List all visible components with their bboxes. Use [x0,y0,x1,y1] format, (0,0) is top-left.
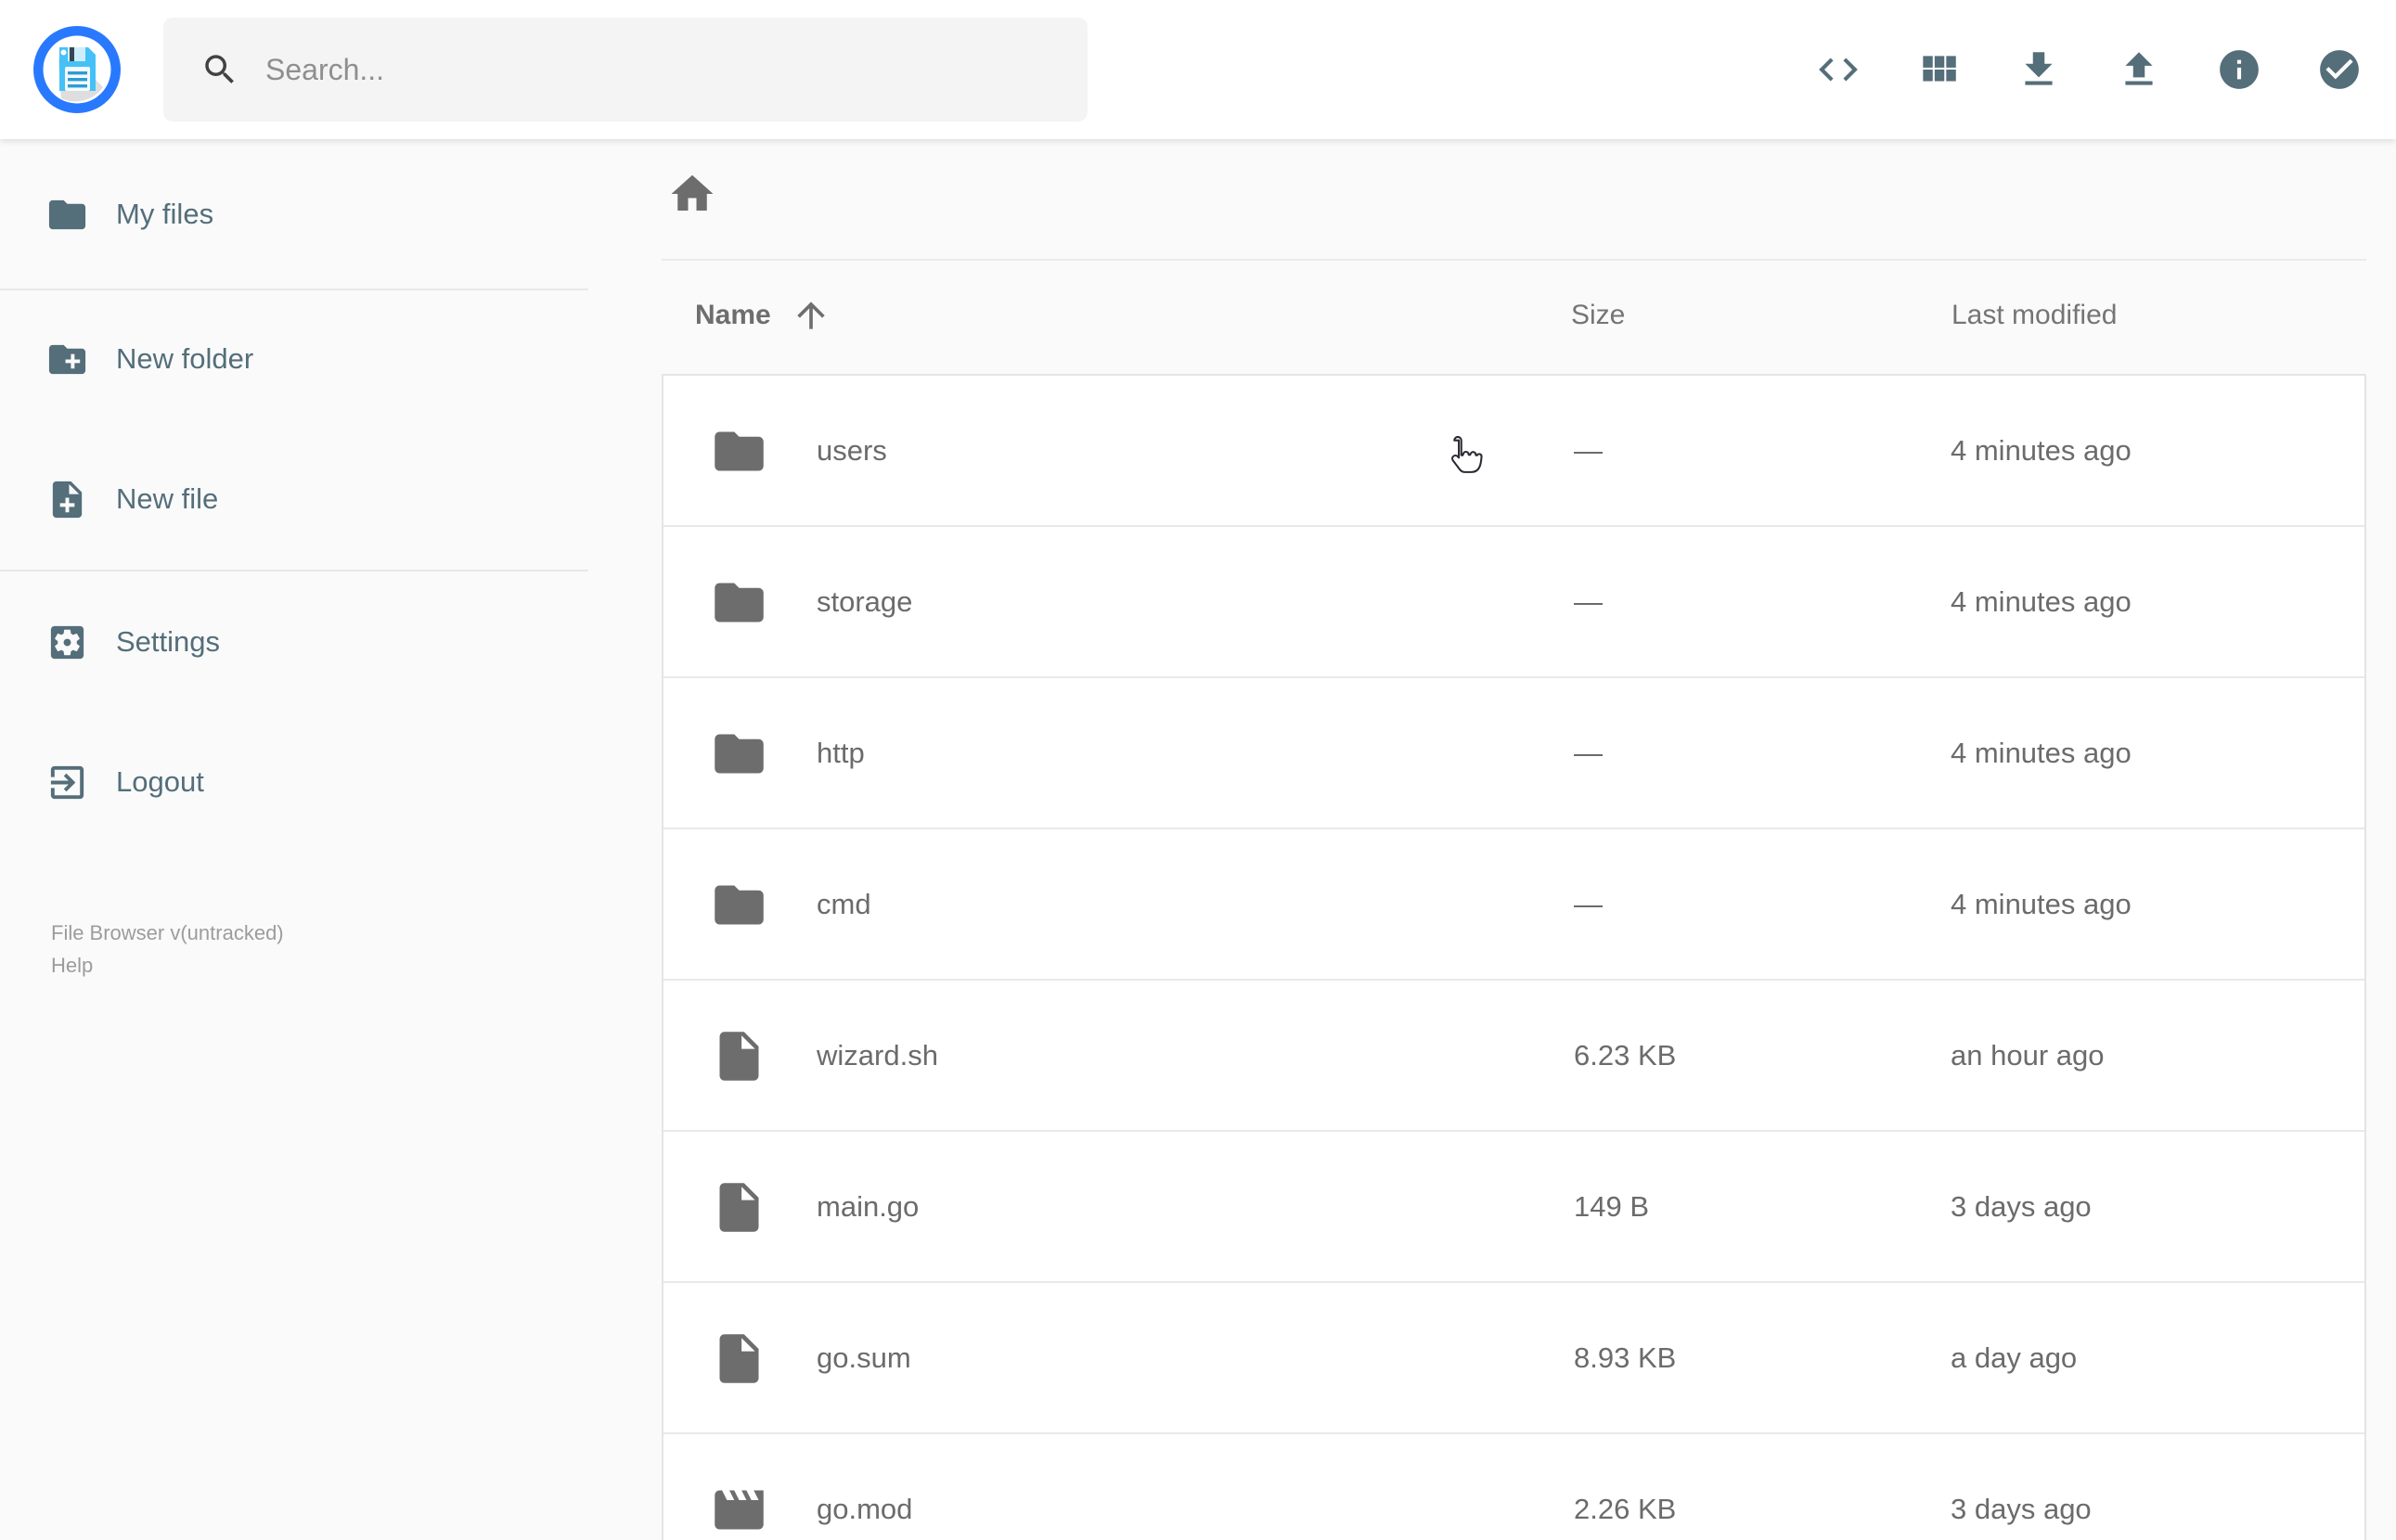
sidebar-divider [0,289,588,290]
row-modified: 4 minutes ago [1951,584,2132,618]
sidebar-item-label: New folder [116,342,254,375]
file-icon [710,1178,768,1237]
folder-icon [710,422,768,481]
row-name: http [817,736,865,769]
sidebar-item-new-file[interactable]: New file [0,443,588,555]
file-icon [710,1329,768,1388]
upload-button[interactable] [2116,46,2162,93]
column-header-size[interactable]: Size [1571,300,1625,331]
upload-icon [2116,46,2162,93]
row-size: 8.93 KB [1574,1341,1677,1374]
switch-view-button[interactable] [1915,46,1962,93]
listing-row-go-mod[interactable]: go.mod 2.26 KB 3 days ago [663,1434,2364,1540]
file-icon [710,1027,768,1085]
main-content: Name Size Last modified users — 4 minute… [588,139,2396,1540]
download-button[interactable] [2016,46,2062,93]
folder-icon [45,193,89,237]
sidebar-item-label: My files [116,198,214,230]
row-modified: an hour ago [1951,1038,2105,1072]
row-size: 2.26 KB [1574,1492,1677,1525]
row-modified: 4 minutes ago [1951,433,2132,467]
topbar-actions [1815,0,2363,139]
search-input[interactable] [265,52,1088,87]
sidebar-item-logout[interactable]: Logout [0,726,588,838]
info-button[interactable] [2216,46,2262,93]
sidebar-item-my-files[interactable]: My files [0,159,588,270]
row-size: — [1574,736,1603,769]
column-header-name-label: Name [695,300,771,330]
search-icon [200,50,239,89]
sidebar-item-label: New file [116,482,219,515]
sidebar-credits: File Browser v(untracked) Help [51,917,284,982]
check-circle-icon [2316,46,2363,93]
listing-row-users[interactable]: users — 4 minutes ago [663,376,2364,527]
row-name: cmd [817,887,871,920]
row-size: — [1574,584,1603,618]
sidebar-item-label: Logout [116,765,204,798]
info-icon [2216,46,2262,93]
row-modified: 4 minutes ago [1951,887,2132,920]
sort-ascending-arrow-icon [791,295,831,336]
listing-row-wizard-sh[interactable]: wizard.sh 6.23 KB an hour ago [663,981,2364,1132]
topbar [0,0,2396,139]
exit-to-app-icon [45,761,89,804]
row-size: — [1574,433,1603,467]
view-module-icon [1915,46,1962,93]
column-header-modified[interactable]: Last modified [1952,300,2117,331]
row-modified: 3 days ago [1951,1189,2092,1223]
listing-row-http[interactable]: http — 4 minutes ago [663,678,2364,829]
settings-gear-icon [45,621,89,664]
file-listing: users — 4 minutes ago storage — 4 minute… [662,374,2366,1540]
sidebar-divider [0,570,588,571]
column-header-name[interactable]: Name [695,295,831,336]
row-modified: a day ago [1951,1341,2078,1374]
sidebar-item-label: Settings [116,625,221,658]
breadcrumb-divider [662,259,2366,261]
row-size: — [1574,887,1603,920]
search-bar [163,18,1088,122]
row-modified: 3 days ago [1951,1492,2092,1525]
folder-icon [710,725,768,783]
app-version-text: File Browser v(untracked) [51,921,284,944]
listing-headers: Name Size Last modified [588,288,2396,343]
help-link[interactable]: Help [51,949,93,982]
row-name: wizard.sh [817,1038,938,1072]
listing-row-main-go[interactable]: main.go 149 B 3 days ago [663,1132,2364,1283]
row-name: main.go [817,1189,920,1223]
breadcrumb-home-icon[interactable] [667,169,717,219]
row-size: 149 B [1574,1189,1650,1223]
movie-file-icon [710,1481,768,1539]
app-logo-floppy-icon[interactable] [31,23,123,116]
file-browser-app: { "app": { "name": "File Browser", "logo… [0,0,2396,1540]
row-name: go.sum [817,1341,911,1374]
folder-icon [710,876,768,934]
code-view-button[interactable] [1815,46,1861,93]
sidebar: My files New folder New file Settings Lo… [0,139,588,1540]
folder-icon [710,573,768,632]
row-size: 6.23 KB [1574,1038,1677,1072]
listing-row-storage[interactable]: storage — 4 minutes ago [663,527,2364,678]
sidebar-item-settings[interactable]: Settings [0,586,588,698]
listing-row-go-sum[interactable]: go.sum 8.93 KB a day ago [663,1283,2364,1434]
row-name: storage [817,584,913,618]
select-multiple-button[interactable] [2316,46,2363,93]
row-modified: 4 minutes ago [1951,736,2132,769]
download-icon [2016,46,2062,93]
code-icon [1815,46,1861,93]
create-new-folder-icon [45,338,89,381]
listing-row-cmd[interactable]: cmd — 4 minutes ago [663,829,2364,981]
row-name: users [817,433,887,467]
sidebar-item-new-folder[interactable]: New folder [0,303,588,415]
note-add-icon [45,478,89,521]
row-name: go.mod [817,1492,913,1525]
